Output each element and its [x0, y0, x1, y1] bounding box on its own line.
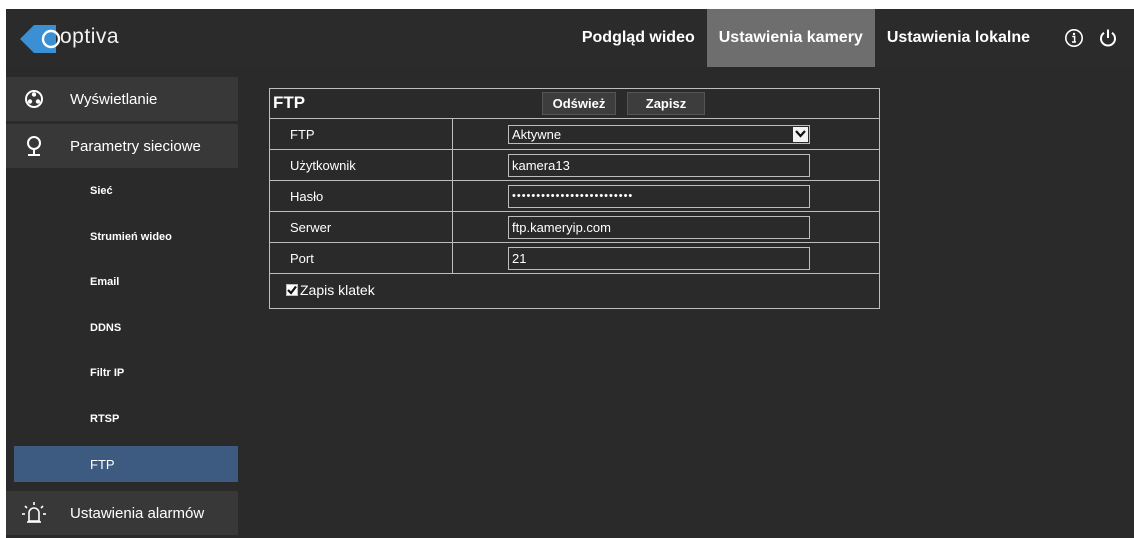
sidebar-item-label: RTSP: [90, 413, 120, 425]
row-label: FTP: [270, 119, 453, 149]
sidebar-group-parametry-sieciowe[interactable]: Parametry sieciowe: [6, 124, 238, 169]
save-frames-checkbox[interactable]: [286, 284, 298, 296]
app-window: optiva Podgląd wideo Ustawienia kamery U…: [6, 9, 1134, 538]
row-port: Port: [270, 243, 879, 274]
select-value: Aktywne: [512, 126, 562, 142]
row-label: Serwer: [270, 212, 453, 242]
info-icon[interactable]: [1064, 28, 1084, 48]
row-server: Serwer: [270, 212, 879, 243]
ftp-mode-select[interactable]: Aktywne: [508, 124, 810, 144]
sidebar-item-filtr-ip[interactable]: Filtr IP: [14, 355, 238, 391]
row-value: [454, 181, 879, 211]
row-value: [454, 243, 879, 273]
panel-title: FTP: [273, 93, 306, 112]
row-label: Hasło: [270, 181, 453, 211]
panel-header: FTP Odśwież Zapisz: [270, 89, 879, 119]
row-password: Hasło: [270, 181, 879, 212]
sidebar-item-label: DDNS: [90, 322, 122, 334]
sidebar-item-label: FTP: [90, 456, 115, 472]
sidebar-group-ustawienia-alarmow[interactable]: Ustawienia alarmów: [6, 491, 238, 536]
sidebar-group-label: Wyświetlanie: [70, 90, 158, 108]
checkmark-icon: [287, 285, 297, 295]
tab-ustawienia-lokalne[interactable]: Ustawienia lokalne: [875, 9, 1042, 67]
password-input[interactable]: [508, 184, 810, 208]
row-value: [454, 212, 879, 242]
logo: optiva: [18, 21, 138, 57]
sidebar-item-strumien-wideo[interactable]: Strumień wideo: [14, 219, 238, 255]
sidebar-item-label: Filtr IP: [90, 367, 125, 379]
sidebar-item-label: Strumień wideo: [90, 231, 172, 243]
tab-ustawienia-kamery[interactable]: Ustawienia kamery: [706, 9, 875, 67]
row-value: Aktywne: [454, 119, 879, 149]
sidebar-item-label: Sieć: [90, 185, 113, 197]
sidebar-item-ftp[interactable]: FTP: [14, 446, 238, 482]
top-bar: optiva Podgląd wideo Ustawienia kamery U…: [6, 9, 1134, 67]
sidebar-item-email[interactable]: Email: [14, 264, 238, 300]
power-icon[interactable]: [1098, 28, 1118, 48]
network-pin-icon: [14, 135, 54, 157]
logo-text: optiva: [60, 25, 120, 48]
alarm-light-icon: [14, 501, 54, 525]
display-settings-icon: [14, 89, 54, 109]
row-ftp-mode: FTP Aktywne: [270, 119, 879, 150]
row-label: Użytkownik: [270, 150, 453, 180]
ftp-settings-panel: FTP Odśwież Zapisz FTP Aktywne Użytkowni…: [269, 88, 880, 309]
row-value: [454, 150, 879, 180]
sidebar-item-siec[interactable]: Sieć: [14, 173, 238, 209]
top-navigation: Podgląd wideo Ustawienia kamery Ustawien…: [570, 9, 1134, 67]
row-username: Użytkownik: [270, 150, 879, 181]
port-input[interactable]: [508, 246, 810, 270]
top-icons: [1042, 9, 1134, 67]
save-button[interactable]: Zapisz: [627, 92, 705, 115]
sidebar-group-wyswietlanie[interactable]: Wyświetlanie: [6, 77, 238, 122]
logo-mark-icon: [20, 25, 61, 53]
row-label: Port: [270, 243, 453, 273]
sidebar-item-rtsp[interactable]: RTSP: [14, 401, 238, 437]
sidebar-group-label: Parametry sieciowe: [70, 137, 201, 155]
sidebar: Wyświetlanie Parametry sieciowe Sieć Str…: [6, 71, 242, 538]
sidebar-item-ddns[interactable]: DDNS: [14, 310, 238, 346]
save-frames-option[interactable]: Zapis klatek: [286, 282, 375, 298]
tab-podglad-wideo[interactable]: Podgląd wideo: [570, 9, 707, 67]
chevron-down-icon[interactable]: [793, 126, 808, 142]
sidebar-item-label: Email: [90, 276, 120, 288]
username-input[interactable]: [508, 153, 810, 177]
save-frames-label: Zapis klatek: [300, 282, 375, 298]
server-input[interactable]: [508, 215, 810, 239]
sidebar-group-label: Ustawienia alarmów: [70, 504, 205, 522]
refresh-button[interactable]: Odśwież: [542, 92, 616, 115]
